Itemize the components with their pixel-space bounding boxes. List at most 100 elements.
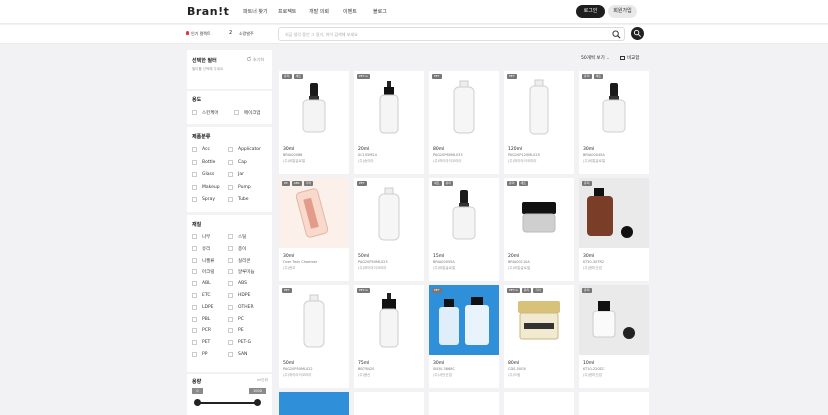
product-company[interactable]: (주)한미산업 bbox=[583, 373, 602, 378]
product-company[interactable]: (주)송이타 bbox=[358, 159, 374, 164]
nav-event[interactable]: 이벤트 bbox=[343, 8, 357, 15]
search-icon[interactable] bbox=[612, 30, 621, 39]
material-checkbox[interactable] bbox=[228, 340, 233, 346]
product-company[interactable]: (주)한미산업 bbox=[583, 266, 602, 271]
capacity-slider-track[interactable] bbox=[197, 402, 257, 404]
material-checkbox[interactable] bbox=[228, 304, 233, 310]
product-code[interactable]: BRIA00055A bbox=[433, 260, 455, 264]
product-code[interactable]: PAG20P50ML022 bbox=[283, 367, 313, 371]
material-checkbox[interactable] bbox=[192, 234, 197, 239]
capacity-max-value[interactable]: 1000 bbox=[249, 388, 266, 394]
product-card[interactable]: 세트 유리 15ml BRIA00055A (주)비알글로벌 bbox=[429, 178, 499, 281]
page-size-select[interactable]: 50개씩 보기 ⌄ bbox=[581, 55, 610, 61]
location-sub[interactable]: 소량발주 bbox=[239, 31, 254, 37]
nav-project[interactable]: 프로젝트 bbox=[278, 8, 296, 15]
product-code[interactable]: BRIA00045A bbox=[583, 153, 605, 157]
product-company[interactable]: (주)비알글로벌 bbox=[583, 159, 605, 164]
product-code[interactable]: KT10-220ZC bbox=[583, 367, 604, 371]
category-checkbox[interactable] bbox=[192, 197, 197, 202]
product-image[interactable] bbox=[354, 285, 424, 355]
product-card[interactable]: PET 50ml PAG20P50ML023 (주)하이아이코리아 bbox=[354, 178, 424, 281]
brand-logo[interactable]: Bran!t bbox=[187, 5, 229, 18]
product-company[interactable]: (주)하이아이코리아 bbox=[433, 159, 462, 164]
product-card[interactable]: PET 80ml PAG20P80ML033 (주)하이아이코리아 bbox=[429, 71, 499, 174]
usage-checkbox-skincare[interactable] bbox=[192, 110, 197, 115]
product-card[interactable]: 유리 30ml KT30-30TR2 (주)한미산업 bbox=[579, 178, 649, 281]
material-checkbox[interactable] bbox=[228, 281, 233, 287]
product-company[interactable]: (주)하이아이코리아 bbox=[283, 373, 312, 378]
product-card[interactable]: PET-G 75ml BB75N20 (주)용산 bbox=[354, 285, 424, 388]
product-image[interactable] bbox=[429, 71, 499, 141]
product-code[interactable]: SC155M24 bbox=[358, 153, 377, 157]
material-checkbox[interactable] bbox=[228, 293, 233, 298]
nav-partner[interactable]: 파트너 찾기 bbox=[243, 8, 268, 15]
compare-button[interactable]: 비교함 bbox=[620, 55, 639, 61]
product-code[interactable]: BRIA00110A bbox=[508, 260, 530, 264]
product-code[interactable]: CDS-50GV bbox=[508, 367, 526, 371]
product-company[interactable]: (주)하이아이코리아 bbox=[508, 159, 537, 164]
product-company[interactable]: (주)하이아이코리아 bbox=[358, 266, 387, 271]
product-card[interactable] bbox=[354, 392, 424, 415]
location-label[interactable]: 인기 컬렉트 bbox=[191, 31, 211, 37]
product-company[interactable]: (주)비알글로벌 bbox=[283, 159, 305, 164]
category-checkbox[interactable] bbox=[228, 184, 233, 190]
search-input[interactable]: 지금 생각 중인 그 용기, 하이 검색해 보세요 bbox=[278, 27, 625, 41]
product-card[interactable]: PET-G 유리 기타 80ml CDS-50GV (주)드림 bbox=[504, 285, 574, 388]
product-image[interactable] bbox=[354, 71, 424, 141]
material-checkbox[interactable] bbox=[228, 316, 233, 322]
product-image[interactable] bbox=[579, 178, 649, 248]
join-button[interactable]: 회원가입 bbox=[608, 5, 637, 18]
product-code[interactable]: BRIA00068 bbox=[283, 153, 302, 157]
product-card[interactable]: 유리 세트 30ml BRIA00045A (주)비알글로벌 bbox=[579, 71, 649, 174]
capacity-min-value[interactable]: 0 bbox=[192, 388, 203, 394]
product-image[interactable] bbox=[579, 71, 649, 141]
material-checkbox[interactable] bbox=[192, 257, 197, 263]
product-image[interactable] bbox=[279, 285, 349, 355]
product-image[interactable] bbox=[354, 178, 424, 248]
product-code[interactable]: SN30-3868C bbox=[433, 367, 455, 371]
category-checkbox[interactable] bbox=[228, 159, 233, 165]
product-code[interactable]: KT30-30TR2 bbox=[583, 260, 604, 264]
product-company[interactable]: (주)비알글로벌 bbox=[508, 266, 530, 271]
product-card[interactable] bbox=[504, 392, 574, 415]
usage-checkbox-makeup[interactable] bbox=[234, 110, 239, 115]
product-card[interactable]: PET 50ml PAG20P50ML022 (주)하이아이코리아 bbox=[279, 285, 349, 388]
product-company[interactable]: (주)비알글로벌 bbox=[433, 266, 455, 271]
material-checkbox[interactable] bbox=[192, 328, 197, 334]
material-checkbox[interactable] bbox=[192, 304, 197, 310]
material-checkbox[interactable] bbox=[192, 340, 197, 346]
material-checkbox[interactable] bbox=[192, 281, 197, 287]
material-checkbox[interactable] bbox=[192, 245, 197, 251]
category-checkbox[interactable] bbox=[192, 172, 197, 177]
product-card[interactable] bbox=[429, 392, 499, 415]
product-company[interactable]: (주)용산 bbox=[358, 373, 370, 378]
product-image[interactable] bbox=[504, 178, 574, 248]
category-checkbox[interactable] bbox=[228, 147, 233, 152]
image-search-button[interactable] bbox=[631, 27, 644, 40]
product-card[interactable] bbox=[579, 392, 649, 415]
product-card[interactable] bbox=[279, 392, 349, 415]
product-code[interactable]: PAG20P80ML033 bbox=[433, 153, 463, 157]
category-checkbox[interactable] bbox=[228, 197, 233, 202]
product-code[interactable]: BB75N20 bbox=[358, 367, 374, 371]
product-company[interactable]: (주)드림 bbox=[508, 373, 520, 378]
material-checkbox[interactable] bbox=[228, 328, 233, 334]
nav-blog[interactable]: 블로그 bbox=[373, 8, 387, 15]
nav-dev-request[interactable]: 개발 의뢰 bbox=[309, 8, 329, 15]
product-code[interactable]: PAG20P50ML023 bbox=[358, 260, 388, 264]
reset-icon[interactable] bbox=[246, 56, 252, 62]
product-image[interactable] bbox=[279, 71, 349, 141]
product-code[interactable]: PAG20P120ML025 bbox=[508, 153, 540, 157]
product-image[interactable] bbox=[429, 178, 499, 248]
material-checkbox[interactable] bbox=[228, 245, 233, 251]
material-checkbox[interactable] bbox=[192, 352, 197, 357]
category-checkbox[interactable] bbox=[192, 147, 197, 152]
category-checkbox[interactable] bbox=[192, 159, 197, 165]
material-checkbox[interactable] bbox=[228, 269, 233, 275]
product-image[interactable] bbox=[579, 285, 649, 355]
product-card[interactable]: 유리 세트 20ml BRIA00110A (주)비알글로벌 bbox=[504, 178, 574, 281]
material-checkbox[interactable] bbox=[192, 316, 197, 322]
category-checkbox[interactable] bbox=[192, 184, 197, 190]
material-checkbox[interactable] bbox=[228, 234, 233, 239]
product-image[interactable] bbox=[504, 71, 574, 141]
